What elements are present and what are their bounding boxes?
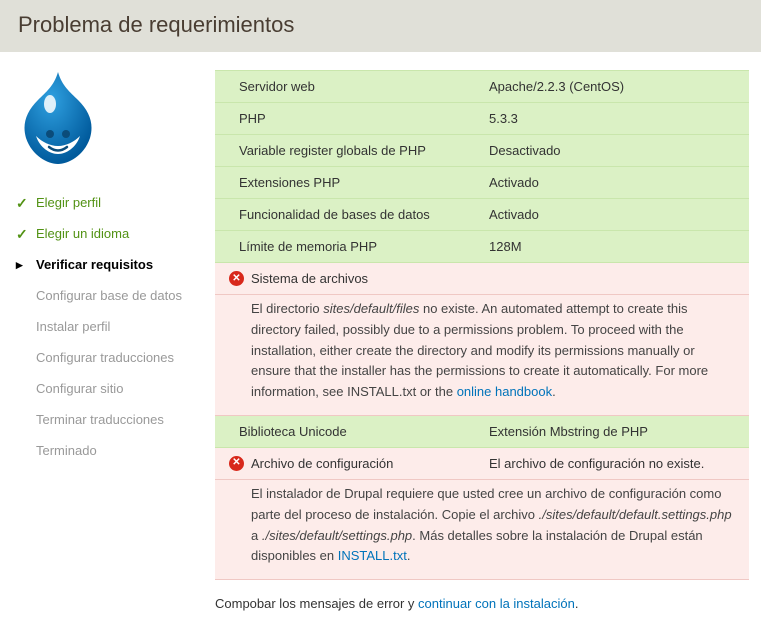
step-configure-site: Configurar sitio — [10, 373, 215, 404]
error-icon — [229, 456, 244, 471]
req-error-label: Sistema de archivos — [215, 263, 749, 295]
step-label: Elegir perfil — [36, 195, 101, 210]
req-label: Funcionalidad de bases de datos — [215, 199, 465, 231]
table-row: Funcionalidad de bases de datos Activado — [215, 199, 749, 231]
file-path: sites/default/files — [323, 301, 419, 316]
sidebar: Elegir perfil Elegir un idioma Verificar… — [10, 70, 215, 611]
step-label: Terminado — [36, 443, 97, 458]
req-label: Extensiones PHP — [215, 167, 465, 199]
req-value: Apache/2.2.3 (CentOS) — [465, 71, 749, 103]
req-error-desc: El directorio sites/default/files no exi… — [215, 295, 749, 416]
step-finished: Terminado — [10, 435, 215, 466]
step-choose-profile: Elegir perfil — [10, 187, 215, 218]
table-row: Extensiones PHP Activado — [215, 167, 749, 199]
requirements-table: Servidor web Apache/2.2.3 (CentOS) PHP 5… — [215, 70, 749, 580]
table-row-error: Sistema de archivos — [215, 263, 749, 295]
drupal-logo-icon — [16, 70, 215, 169]
step-label: Configurar sitio — [36, 381, 123, 396]
step-install-profile: Instalar perfil — [10, 311, 215, 342]
file-path: ./sites/default/settings.php — [262, 528, 412, 543]
req-error-desc: El instalador de Drupal requiere que ust… — [215, 479, 749, 579]
step-label: Elegir un idioma — [36, 226, 129, 241]
requirements-panel: Servidor web Apache/2.2.3 (CentOS) PHP 5… — [215, 70, 761, 611]
error-icon — [229, 271, 244, 286]
table-row-error: Archivo de configuración El archivo de c… — [215, 447, 749, 479]
page-title: Problema de requerimientos — [18, 12, 743, 38]
req-label: Variable register globals de PHP — [215, 135, 465, 167]
req-value: Extensión Mbstring de PHP — [465, 415, 749, 447]
table-row-error-body: El directorio sites/default/files no exi… — [215, 295, 749, 416]
table-row: Servidor web Apache/2.2.3 (CentOS) — [215, 71, 749, 103]
step-label: Instalar perfil — [36, 319, 110, 334]
req-label-text: Archivo de configuración — [251, 456, 393, 471]
table-row: Biblioteca Unicode Extensión Mbstring de… — [215, 415, 749, 447]
req-error-label: Archivo de configuración — [215, 447, 465, 479]
install-txt-link[interactable]: INSTALL.txt — [338, 548, 407, 563]
req-label: PHP — [215, 103, 465, 135]
req-label: Servidor web — [215, 71, 465, 103]
step-finish-translations: Terminar traducciones — [10, 404, 215, 435]
online-handbook-link[interactable]: online handbook — [457, 384, 552, 399]
req-value: 5.3.3 — [465, 103, 749, 135]
req-label: Biblioteca Unicode — [215, 415, 465, 447]
table-row: Límite de memoria PHP 128M — [215, 231, 749, 263]
step-label: Configurar base de datos — [36, 288, 182, 303]
req-value: Activado — [465, 167, 749, 199]
install-steps: Elegir perfil Elegir un idioma Verificar… — [10, 187, 215, 466]
req-label: Límite de memoria PHP — [215, 231, 465, 263]
page-header: Problema de requerimientos — [0, 0, 761, 52]
req-label-text: Sistema de archivos — [251, 271, 368, 286]
footer-message: Compobar los mensajes de error y continu… — [215, 596, 749, 611]
table-row: PHP 5.3.3 — [215, 103, 749, 135]
req-value: 128M — [465, 231, 749, 263]
continue-installation-link[interactable]: continuar con la instalación — [418, 596, 575, 611]
content: Elegir perfil Elegir un idioma Verificar… — [0, 52, 761, 631]
step-verify-requirements: Verificar requisitos — [10, 249, 215, 280]
req-error-value: El archivo de configuración no existe. — [465, 447, 749, 479]
step-label: Configurar traducciones — [36, 350, 174, 365]
step-choose-language: Elegir un idioma — [10, 218, 215, 249]
table-row: Variable register globals de PHP Desacti… — [215, 135, 749, 167]
req-value: Activado — [465, 199, 749, 231]
step-label: Terminar traducciones — [36, 412, 164, 427]
step-configure-db: Configurar base de datos — [10, 280, 215, 311]
req-value: Desactivado — [465, 135, 749, 167]
step-label: Verificar requisitos — [36, 257, 153, 272]
file-path: ./sites/default/default.settings.php — [539, 507, 732, 522]
step-configure-translations: Configurar traducciones — [10, 342, 215, 373]
table-row-error-body: El instalador de Drupal requiere que ust… — [215, 479, 749, 579]
